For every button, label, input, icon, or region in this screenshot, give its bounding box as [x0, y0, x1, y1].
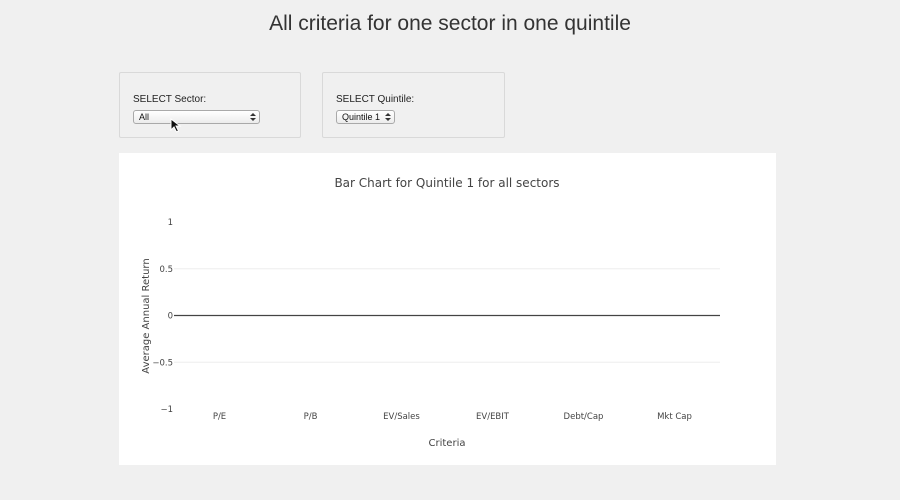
- y-tick-label: 0.5: [159, 265, 173, 275]
- page-title: All criteria for one sector in one quint…: [269, 12, 631, 35]
- quintile-dropdown-value: Quintile 1: [342, 112, 381, 122]
- bar-chart-plot: Bar Chart for Quintile 1 for all sectors…: [141, 176, 720, 449]
- gridlines: [174, 268, 720, 363]
- mouse-cursor-icon: [170, 118, 182, 133]
- x-tick-label: P/E: [213, 412, 226, 422]
- sector-control-panel: SELECT Sector: All: [119, 72, 301, 138]
- x-tick-label: EV/Sales: [383, 412, 420, 422]
- y-axis-ticks: −1 −0.5 0 0.5 1: [152, 218, 173, 415]
- quintile-control-panel: SELECT Quintile: Quintile 1: [322, 72, 505, 138]
- y-tick-label: −1: [160, 405, 173, 415]
- sector-dropdown-value: All: [139, 112, 150, 122]
- sector-dropdown[interactable]: All: [133, 110, 260, 124]
- quintile-label: SELECT Quintile:: [336, 94, 415, 105]
- x-axis-title: Criteria: [429, 438, 466, 449]
- bar-chart: Bar Chart for Quintile 1 for all sectors…: [119, 153, 776, 465]
- x-tick-label: P/B: [304, 412, 318, 422]
- y-tick-label: 1: [168, 218, 173, 228]
- x-tick-label: Debt/Cap: [564, 412, 604, 422]
- updown-arrows-icon: [385, 113, 391, 121]
- updown-arrows-icon: [250, 113, 256, 121]
- quintile-dropdown[interactable]: Quintile 1: [336, 110, 395, 124]
- x-axis-ticks: P/E P/B EV/Sales EV/EBIT Debt/Cap Mkt Cap: [213, 412, 692, 422]
- chart-title: Bar Chart for Quintile 1 for all sectors: [334, 176, 559, 190]
- x-tick-label: Mkt Cap: [657, 412, 692, 422]
- y-tick-label: −0.5: [152, 358, 173, 368]
- sector-label: SELECT Sector:: [133, 94, 207, 105]
- y-tick-label: 0: [168, 312, 173, 322]
- x-tick-label: EV/EBIT: [476, 412, 510, 422]
- y-axis-title: Average Annual Return: [141, 258, 152, 373]
